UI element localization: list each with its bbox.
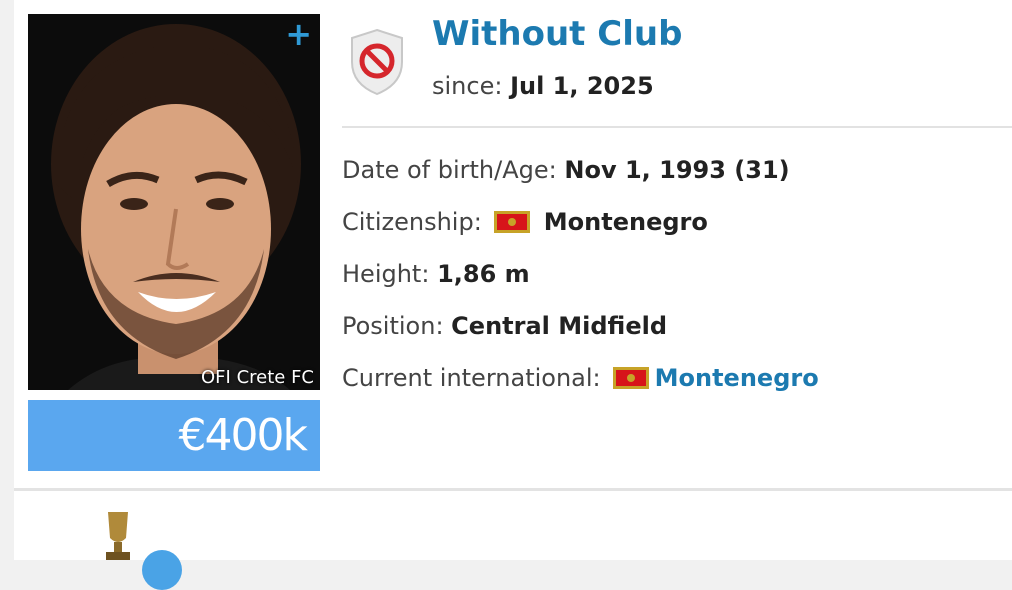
player-portrait <box>28 14 320 390</box>
position-label: Position: <box>342 312 444 340</box>
montenegro-flag-icon <box>493 211 530 233</box>
header-divider <box>342 126 1012 128</box>
citizenship-label: Citizenship: <box>342 208 482 236</box>
photo-credit: OFI Crete FC <box>201 367 314 388</box>
dob-label: Date of birth/Age: <box>342 156 557 184</box>
dob-row: Date of birth/Age: Nov 1, 1993 (31) <box>342 156 790 184</box>
club-name-link[interactable]: Without Club <box>432 14 682 54</box>
market-value: €400k <box>178 410 308 461</box>
montenegro-flag-icon <box>612 367 649 389</box>
citizenship-value: Montenegro <box>543 208 708 236</box>
no-club-icon <box>351 28 403 96</box>
badge-icon <box>142 550 182 590</box>
since-value: Jul 1, 2025 <box>510 72 654 100</box>
market-value-button[interactable]: €400k <box>28 400 320 471</box>
player-photo[interactable]: + OFI Crete FC <box>28 14 320 390</box>
international-row: Current international: Montenegro <box>342 364 819 392</box>
position-value: Central Midfield <box>451 312 667 340</box>
trophy-icon <box>106 512 130 560</box>
since-label: since: <box>432 72 503 100</box>
height-row: Height: 1,86 m <box>342 260 530 288</box>
plus-icon[interactable]: + <box>285 18 312 50</box>
position-row: Position: Central Midfield <box>342 312 667 340</box>
height-label: Height: <box>342 260 430 288</box>
international-label: Current international: <box>342 364 601 392</box>
height-value: 1,86 m <box>437 260 530 288</box>
international-team-link[interactable]: Montenegro <box>655 364 819 392</box>
club-since: since: Jul 1, 2025 <box>432 72 654 100</box>
dob-value: Nov 1, 1993 (31) <box>564 156 790 184</box>
citizenship-row: Citizenship: Montenegro <box>342 208 708 236</box>
